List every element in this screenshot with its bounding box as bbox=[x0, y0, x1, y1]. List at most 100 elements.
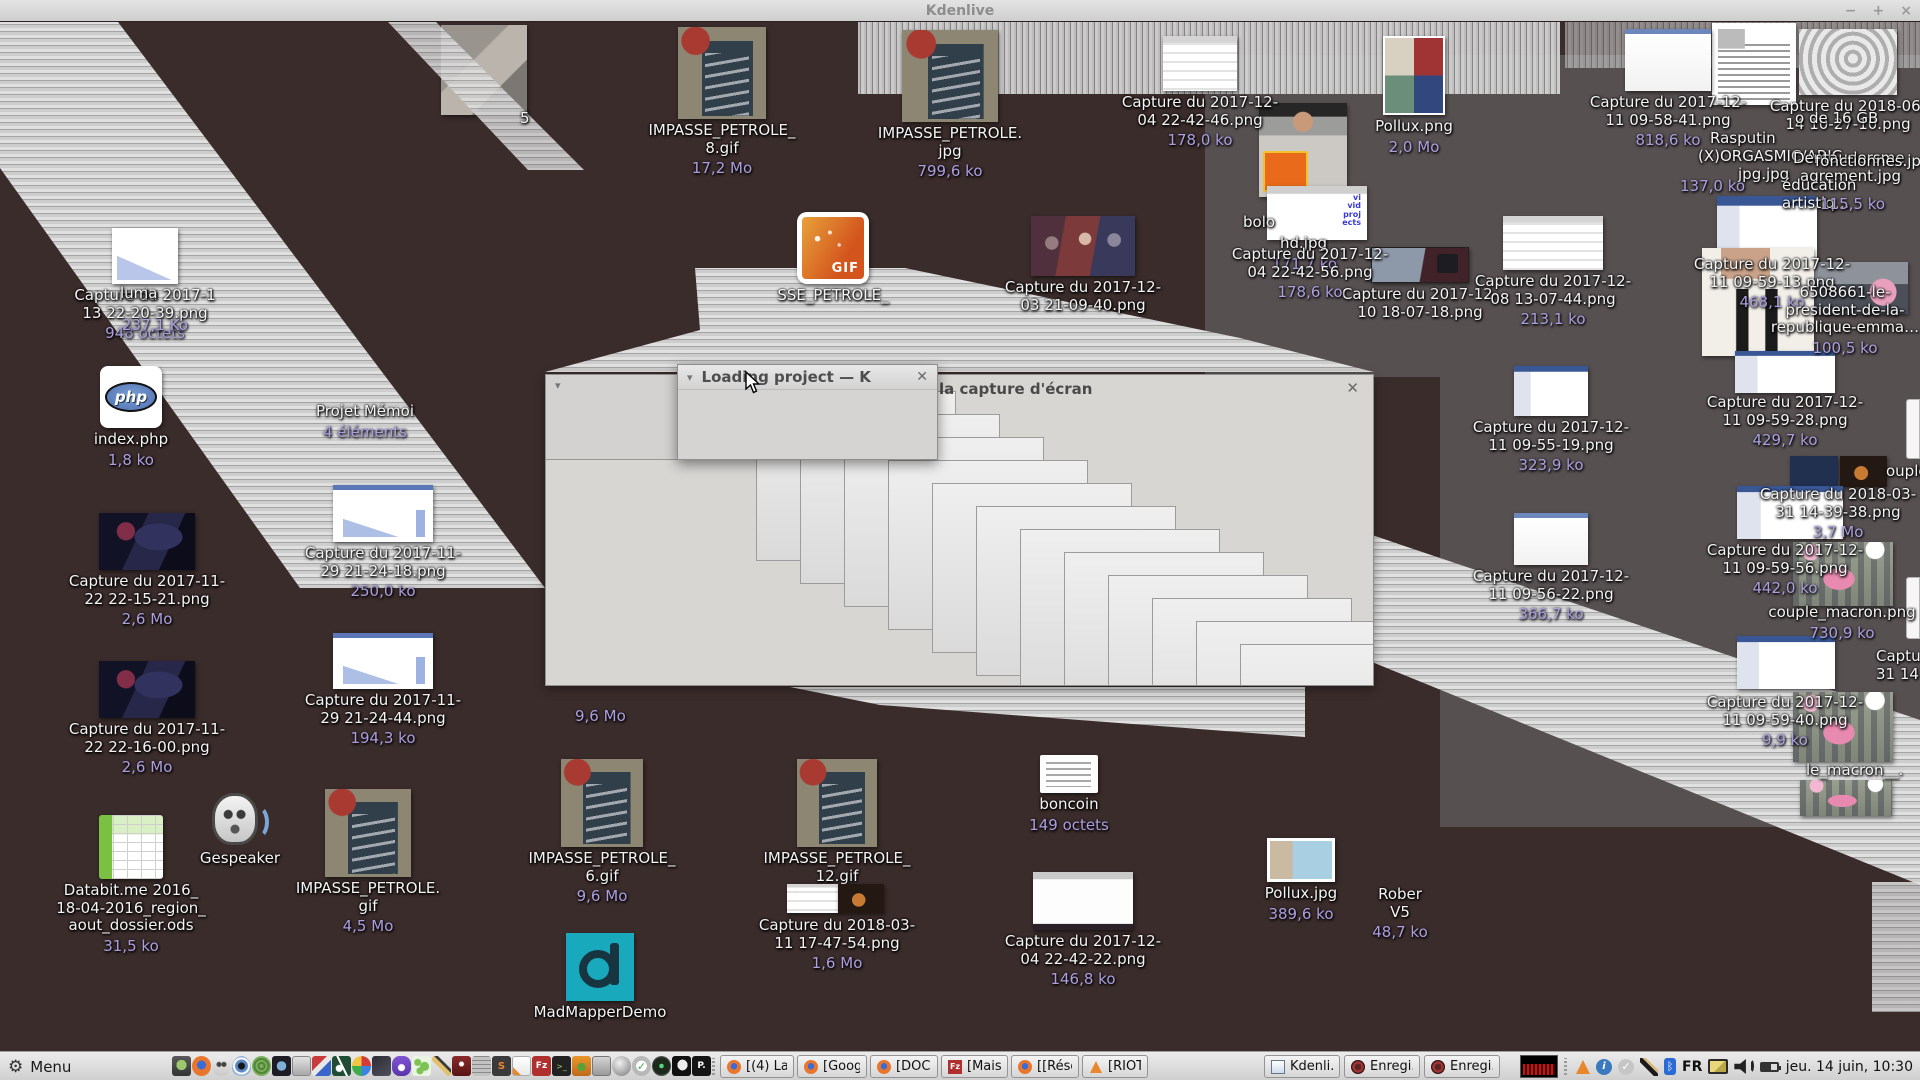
desktop-icon-gif-file[interactable]: GIF SSE_PETROLE_ bbox=[743, 212, 923, 305]
bluetooth-icon[interactable]: ᛒ bbox=[1664, 1058, 1676, 1075]
desktop-icon-capture-2018-03-31[interactable]: Capture du 2018-03- 31 14-39-38.png 3,7 … bbox=[1748, 485, 1920, 542]
battery-icon[interactable] bbox=[1760, 1061, 1782, 1072]
launcher-music-player-icon[interactable] bbox=[332, 1056, 351, 1076]
desktop-icon-robert[interactable]: Rober V5 48,7 ko bbox=[1350, 885, 1450, 942]
system-monitor-applet[interactable] bbox=[1520, 1055, 1558, 1078]
taskbar-window-firefox-4[interactable]: [[Réso... bbox=[1011, 1055, 1079, 1078]
desktop-icon-capture-09-59-28[interactable]: Capture du 2017-12- 11 09-59-28.png 429,… bbox=[1695, 393, 1875, 450]
app-titlebar[interactable]: Kdenlive − + × bbox=[0, 0, 1920, 22]
desktop-thumbnail-window[interactable] bbox=[1790, 456, 1838, 487]
desktop-icon-madmapper[interactable]: MadMapperDemo bbox=[510, 933, 690, 1022]
desktop-thumbnail-hd-jpg[interactable]: vi vid proj ects bbox=[1267, 186, 1367, 240]
launcher-filezilla-icon[interactable]: Fz bbox=[532, 1056, 551, 1076]
desktop-icon-capture-2017-12-03[interactable]: Capture du 2017-12- 03 21-09-40.png bbox=[993, 216, 1173, 314]
launcher-eye-of-mate-icon[interactable] bbox=[232, 1056, 251, 1076]
vlc-tray-icon[interactable] bbox=[1576, 1059, 1590, 1074]
desktop-icon-capture-09-59-56[interactable]: Capture du 2017-12- 11 09-59-56.png 442,… bbox=[1695, 541, 1875, 598]
dialog-titlebar[interactable]: ▾ Loading project — K ✕ bbox=[678, 365, 937, 390]
desktop-icon-projet-memoire[interactable]: Projet Mémoi 4 éléments bbox=[275, 402, 455, 441]
keyboard-layout-indicator[interactable]: FR bbox=[1682, 1059, 1702, 1075]
launcher-audio-mixer-icon[interactable] bbox=[452, 1056, 471, 1076]
launcher-calculator-icon[interactable] bbox=[472, 1056, 491, 1076]
launcher-p-app-icon[interactable]: P. bbox=[692, 1056, 711, 1076]
clock[interactable]: jeu. 14 juin, 10:30 bbox=[1786, 1052, 1913, 1080]
desktop-icon-impasse-petrole-6[interactable]: IMPASSE_PETROLE_ 6.gif 9,6 Mo bbox=[512, 759, 692, 906]
desktop-icon-capture-22-42-56[interactable]: Capture du 2017-12- 04 22-42-56.png 178,… bbox=[1220, 245, 1400, 302]
launcher-gespeaker-icon[interactable] bbox=[212, 1056, 231, 1076]
volume-icon[interactable] bbox=[1734, 1059, 1755, 1074]
taskbar-window-firefox-2[interactable]: [Goog... bbox=[797, 1055, 867, 1078]
desktop-icon-capture-09-56-22[interactable]: Capture du 2017-12- 11 09-56-22.png 366,… bbox=[1461, 513, 1641, 624]
taskbar-window-recorder-2[interactable]: Enregi... bbox=[1424, 1055, 1500, 1078]
tablet-pen-icon[interactable] bbox=[1640, 1057, 1658, 1076]
desktop-thumbnail-game[interactable] bbox=[1840, 456, 1887, 487]
desktop-thumbnail-facebook[interactable] bbox=[1737, 636, 1835, 689]
icon-label: Capture du 2017-11- 29 21-24-18.png bbox=[304, 544, 462, 580]
desktop-icon-president-republique[interactable]: 6508661-le- president-de-la- republique-… bbox=[1755, 283, 1920, 357]
minimize-button[interactable]: − bbox=[1845, 3, 1857, 19]
desktop-icon-bolo-label[interactable]: bolo bbox=[1243, 213, 1275, 232]
desktop-icon-capture-22-16-00[interactable]: Capture du 2017-11- 22 22-16-00.png 2,6 … bbox=[57, 661, 237, 777]
desktop-icon-capture-13-07-44[interactable]: Capture du 2017-12- 08 13-07-44.png 213,… bbox=[1463, 216, 1643, 329]
taskbar-window-vlc[interactable]: [RIOT ... bbox=[1082, 1055, 1148, 1078]
launcher-firefox-icon[interactable] bbox=[192, 1056, 211, 1076]
launcher-text-editor-icon[interactable] bbox=[512, 1056, 531, 1076]
maximize-button[interactable]: + bbox=[1873, 3, 1885, 19]
desktop-icon-capture-22-15-21[interactable]: Capture du 2017-11- 22 22-15-21.png 2,6 … bbox=[57, 513, 237, 629]
launcher-green-particles-icon[interactable] bbox=[412, 1056, 431, 1076]
launcher-downloader-icon[interactable] bbox=[572, 1056, 591, 1076]
desktop-icon-capture-09-55-19[interactable]: Capture du 2017-12- 11 09-55-19.png 323,… bbox=[1461, 366, 1641, 475]
desktop-icon-boncoin[interactable]: boncoin 149 octets bbox=[979, 755, 1159, 834]
close-icon[interactable]: ✕ bbox=[1346, 379, 1359, 397]
launcher-camera-lens-icon[interactable] bbox=[652, 1056, 671, 1076]
display-icon[interactable] bbox=[1708, 1059, 1729, 1074]
desktop-thumbnail-window[interactable] bbox=[787, 884, 839, 913]
desktop-icon-index-php[interactable]: php index.php 1,8 ko bbox=[41, 366, 221, 469]
desktop-icon-impasse-petrole-gif[interactable]: IMPASSE_PETROLE. gif 4,5 Mo bbox=[278, 789, 458, 936]
launcher-green-terminal-icon[interactable] bbox=[172, 1056, 191, 1076]
collapsed-side-panel[interactable]: ▾ bbox=[546, 375, 678, 460]
launcher-photo-wheel-icon[interactable] bbox=[352, 1056, 371, 1076]
launcher-unity-icon[interactable] bbox=[372, 1056, 391, 1076]
launcher-white-horse-icon[interactable] bbox=[672, 1056, 691, 1076]
desktop-icon-impasse-petrole-8[interactable]: IMPASSE_PETROLE_ 8.gif 17,2 Mo bbox=[632, 27, 812, 178]
taskbar-window-kdenlive[interactable]: Kdenli... bbox=[1264, 1055, 1340, 1078]
launcher-sublime-text-icon[interactable]: S bbox=[492, 1056, 511, 1076]
launcher-time-tracker-icon[interactable]: ✓ bbox=[632, 1056, 651, 1076]
taskbar-window-filezilla[interactable]: Fz [Mais... bbox=[941, 1055, 1008, 1078]
check-applet-icon[interactable]: ✓ bbox=[1618, 1058, 1634, 1075]
desktop-thumbnail-couple-photo[interactable] bbox=[1800, 780, 1892, 816]
desktop-icon-capture-22-42-22[interactable]: Capture du 2017-12- 04 22-42-22.png 146,… bbox=[993, 872, 1173, 989]
taskbar-window-recorder-1[interactable]: Enregi... bbox=[1344, 1055, 1420, 1078]
desktop-thumbnail-photo[interactable] bbox=[838, 884, 884, 913]
desktop-icon-capture-17-47-54[interactable]: Capture du 2018-03- 11 17-47-54.png 1,6 … bbox=[747, 916, 927, 973]
taskbar-window-firefox-3[interactable]: [DOC! ... bbox=[870, 1055, 938, 1078]
taskbar-window-firefox-1[interactable]: [(4) La... bbox=[720, 1055, 794, 1078]
launcher-rhythm-vinyl-icon[interactable] bbox=[252, 1056, 271, 1076]
desktop-icon-capture-22-42-46[interactable]: Capture du 2017-12- 04 22-42-46.png 178,… bbox=[1110, 36, 1290, 150]
desktop-thumbnail-card[interactable] bbox=[1906, 399, 1920, 459]
launcher-terminal-icon[interactable]: >_ bbox=[552, 1056, 571, 1076]
close-button[interactable]: × bbox=[1900, 3, 1912, 19]
menu-button[interactable]: ⚙ Menu bbox=[8, 1052, 71, 1080]
icon-size: 250,0 ko bbox=[350, 582, 416, 601]
desktop-icon-capture-21-24-44[interactable]: Capture du 2017-11- 29 21-24-44.png 194,… bbox=[293, 633, 473, 748]
desktop-icon-capture-21-24-18[interactable]: Capture du 2017-11- 29 21-24-18.png 250,… bbox=[293, 485, 473, 601]
desktop-icon-capture-09-59-40[interactable]: Capture du 2017-12- 11 09-59-40.png 9,9 … bbox=[1695, 693, 1875, 750]
desktop-icon-pollux-png[interactable]: Pollux.png 2,0 Mo bbox=[1324, 36, 1504, 156]
launcher-dark-camera-icon[interactable] bbox=[272, 1056, 291, 1076]
launcher-headphones-icon[interactable] bbox=[392, 1056, 411, 1076]
icon-size: 213,1 ko bbox=[1520, 310, 1586, 329]
launcher-gray-window-icon[interactable] bbox=[292, 1056, 311, 1076]
chevron-down-icon[interactable]: ▾ bbox=[555, 379, 561, 392]
launcher-display-settings-icon[interactable] bbox=[592, 1056, 611, 1076]
desktop-icon-luma-label[interactable]: luma bbox=[120, 284, 157, 303]
desktop-icon-couple-macron[interactable]: couple_macron.png 730,9 ko bbox=[1752, 603, 1920, 642]
desktop-icon-impasse-petrole-jpg[interactable]: IMPASSE_PETROLE. jpg 799,6 ko bbox=[860, 30, 1040, 181]
launcher-pen-knife-icon[interactable] bbox=[432, 1056, 451, 1076]
chevron-down-icon[interactable]: ▾ bbox=[687, 371, 693, 384]
launcher-sphere-icon[interactable] bbox=[612, 1056, 631, 1076]
update-info-icon[interactable]: i bbox=[1596, 1058, 1612, 1075]
close-icon[interactable]: ✕ bbox=[916, 369, 928, 385]
launcher-ruler-pen-icon[interactable] bbox=[312, 1056, 331, 1076]
